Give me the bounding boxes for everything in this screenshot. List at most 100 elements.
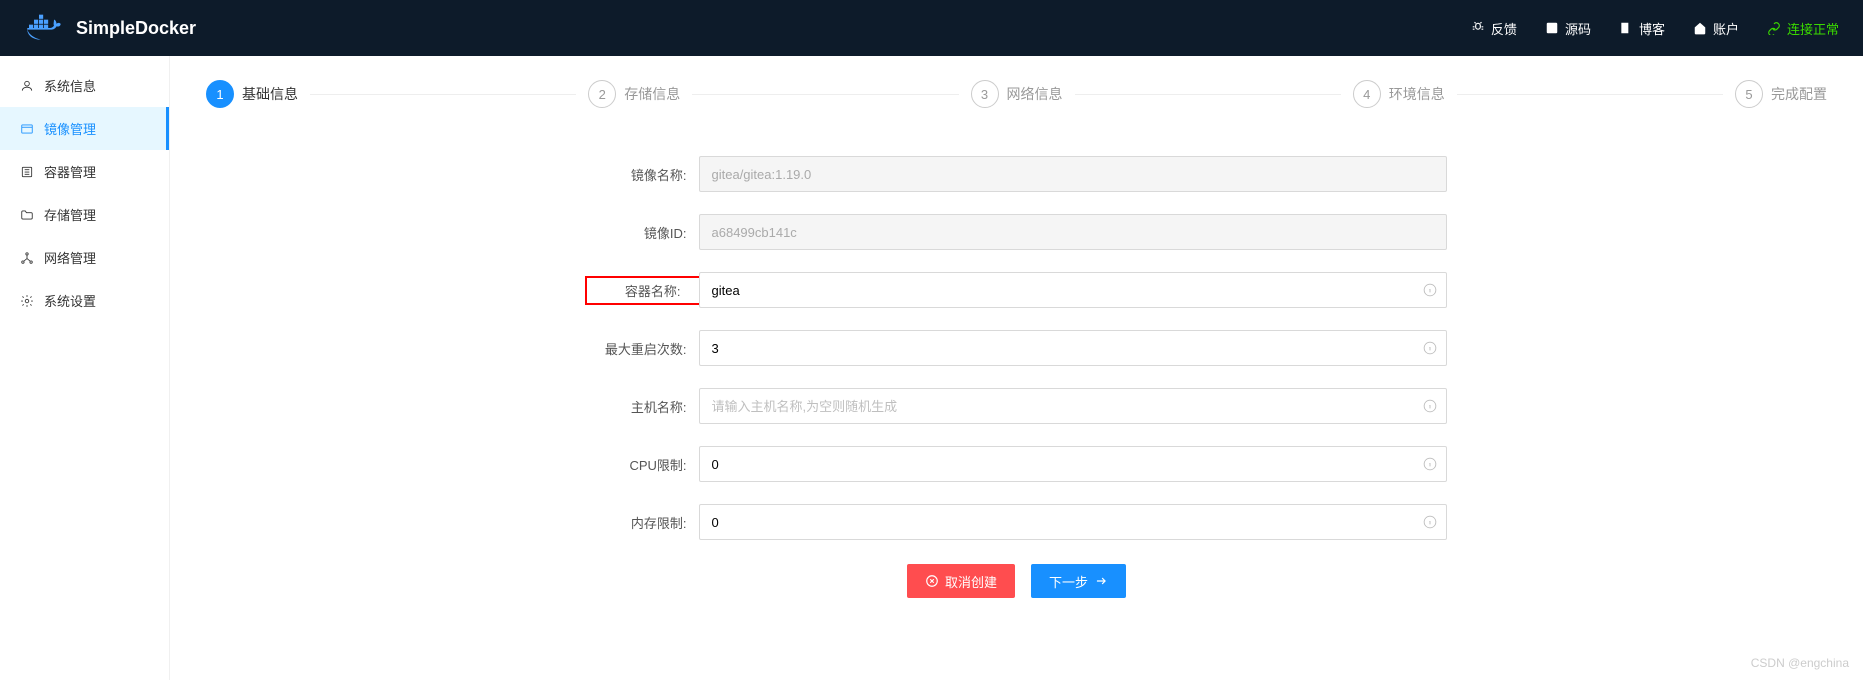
close-circle-icon [925, 574, 939, 588]
button-label: 下一步 [1049, 572, 1088, 591]
row-cpu-limit: CPU限制: [587, 446, 1447, 482]
label-container-name: 容器名称: [587, 281, 681, 300]
content-area: 1 基础信息 2 存储信息 3 网络信息 4 环境信息 5 完成配置 [170, 56, 1863, 680]
form: 镜像名称: 镜像ID: 容器名称: gitea [587, 156, 1447, 598]
sidebar-label: 系统信息 [44, 76, 96, 95]
code-icon [1545, 21, 1559, 35]
info-icon[interactable] [1423, 457, 1437, 471]
step-env-info[interactable]: 4 环境信息 [1353, 80, 1445, 108]
input-image-id [699, 214, 1447, 250]
step-network-info[interactable]: 3 网络信息 [971, 80, 1063, 108]
network-icon [20, 251, 34, 265]
watermark-text: CSDN @engchina [1751, 656, 1849, 670]
sidebar-label: 存储管理 [44, 205, 96, 224]
step-number: 4 [1353, 80, 1381, 108]
nav-source[interactable]: 源码 [1545, 19, 1591, 38]
label-mem-limit: 内存限制: [587, 513, 687, 532]
bug-icon [1471, 21, 1485, 35]
row-image-name: 镜像名称: [587, 156, 1447, 192]
nav-label: 连接正常 [1787, 19, 1839, 38]
step-number: 2 [588, 80, 616, 108]
logo-area: SimpleDocker [24, 12, 196, 44]
input-hostname[interactable] [699, 388, 1447, 424]
input-wrap [699, 330, 1447, 366]
input-cpu-limit[interactable] [699, 446, 1447, 482]
link-icon [1767, 21, 1781, 35]
input-wrap [699, 446, 1447, 482]
input-mem-limit[interactable] [699, 504, 1447, 540]
gear-icon [20, 294, 34, 308]
nav-label: 账户 [1713, 19, 1739, 38]
info-icon[interactable] [1423, 283, 1437, 297]
sidebar: 系统信息 镜像管理 容器管理 存储管理 网络管理 系统设置 [0, 56, 170, 680]
home-icon [1693, 21, 1707, 35]
user-icon [20, 79, 34, 93]
button-label: 取消创建 [945, 572, 997, 591]
top-header: SimpleDocker 反馈 源码 博客 账户 连接正常 [0, 0, 1863, 56]
arrow-right-icon [1094, 574, 1108, 588]
nav-status[interactable]: 连接正常 [1767, 19, 1839, 38]
step-number: 1 [206, 80, 234, 108]
sidebar-label: 网络管理 [44, 248, 96, 267]
step-divider [1075, 94, 1341, 95]
sidebar-item-settings[interactable]: 系统设置 [0, 279, 169, 322]
action-bar: 取消创建 下一步 [587, 564, 1447, 598]
steps-bar: 1 基础信息 2 存储信息 3 网络信息 4 环境信息 5 完成配置 [206, 80, 1827, 108]
step-divider [1457, 94, 1723, 95]
step-finish[interactable]: 5 完成配置 [1735, 80, 1827, 108]
step-storage-info[interactable]: 2 存储信息 [588, 80, 680, 108]
nav-account[interactable]: 账户 [1693, 19, 1739, 38]
sidebar-item-image-mgmt[interactable]: 镜像管理 [0, 107, 169, 150]
step-label: 环境信息 [1389, 84, 1445, 104]
input-max-restarts[interactable] [699, 330, 1447, 366]
info-icon[interactable] [1423, 399, 1437, 413]
image-icon [20, 122, 34, 136]
nav-feedback[interactable]: 反馈 [1471, 19, 1517, 38]
step-label: 基础信息 [242, 84, 298, 104]
nav-label: 源码 [1565, 19, 1591, 38]
label-image-name: 镜像名称: [587, 165, 687, 184]
nav-blog[interactable]: 博客 [1619, 19, 1665, 38]
label-hostname: 主机名称: [587, 397, 687, 416]
main-layout: 系统信息 镜像管理 容器管理 存储管理 网络管理 系统设置 1 基础信息 [0, 56, 1863, 680]
brand-text: SimpleDocker [76, 18, 196, 39]
cancel-button[interactable]: 取消创建 [907, 564, 1015, 598]
folder-icon [20, 208, 34, 222]
docker-logo-icon [24, 12, 64, 44]
sidebar-item-storage-mgmt[interactable]: 存储管理 [0, 193, 169, 236]
step-label: 网络信息 [1007, 84, 1063, 104]
sidebar-label: 容器管理 [44, 162, 96, 181]
info-icon[interactable] [1423, 515, 1437, 529]
row-hostname: 主机名称: [587, 388, 1447, 424]
next-button[interactable]: 下一步 [1031, 564, 1126, 598]
input-wrap [699, 504, 1447, 540]
step-divider [692, 94, 958, 95]
step-basic-info[interactable]: 1 基础信息 [206, 80, 298, 108]
label-image-id: 镜像ID: [587, 223, 687, 242]
sidebar-item-container-mgmt[interactable]: 容器管理 [0, 150, 169, 193]
nav-label: 反馈 [1491, 19, 1517, 38]
label-max-restarts: 最大重启次数: [587, 339, 687, 358]
container-icon [20, 165, 34, 179]
sidebar-item-network-mgmt[interactable]: 网络管理 [0, 236, 169, 279]
row-mem-limit: 内存限制: [587, 504, 1447, 540]
step-label: 存储信息 [624, 84, 680, 104]
step-number: 5 [1735, 80, 1763, 108]
row-max-restarts: 最大重启次数: [587, 330, 1447, 366]
input-image-name [699, 156, 1447, 192]
input-wrap [699, 214, 1447, 250]
label-cpu-limit: CPU限制: [587, 455, 687, 474]
sidebar-item-system-info[interactable]: 系统信息 [0, 64, 169, 107]
row-container-name: 容器名称: gitea [587, 272, 1447, 308]
row-image-id: 镜像ID: [587, 214, 1447, 250]
step-label: 完成配置 [1771, 84, 1827, 104]
blog-icon [1619, 21, 1633, 35]
input-wrap [699, 272, 1447, 308]
input-wrap [699, 156, 1447, 192]
sidebar-label: 系统设置 [44, 291, 96, 310]
nav-label: 博客 [1639, 19, 1665, 38]
info-icon[interactable] [1423, 341, 1437, 355]
step-divider [310, 94, 576, 95]
step-number: 3 [971, 80, 999, 108]
input-container-name[interactable] [699, 272, 1447, 308]
